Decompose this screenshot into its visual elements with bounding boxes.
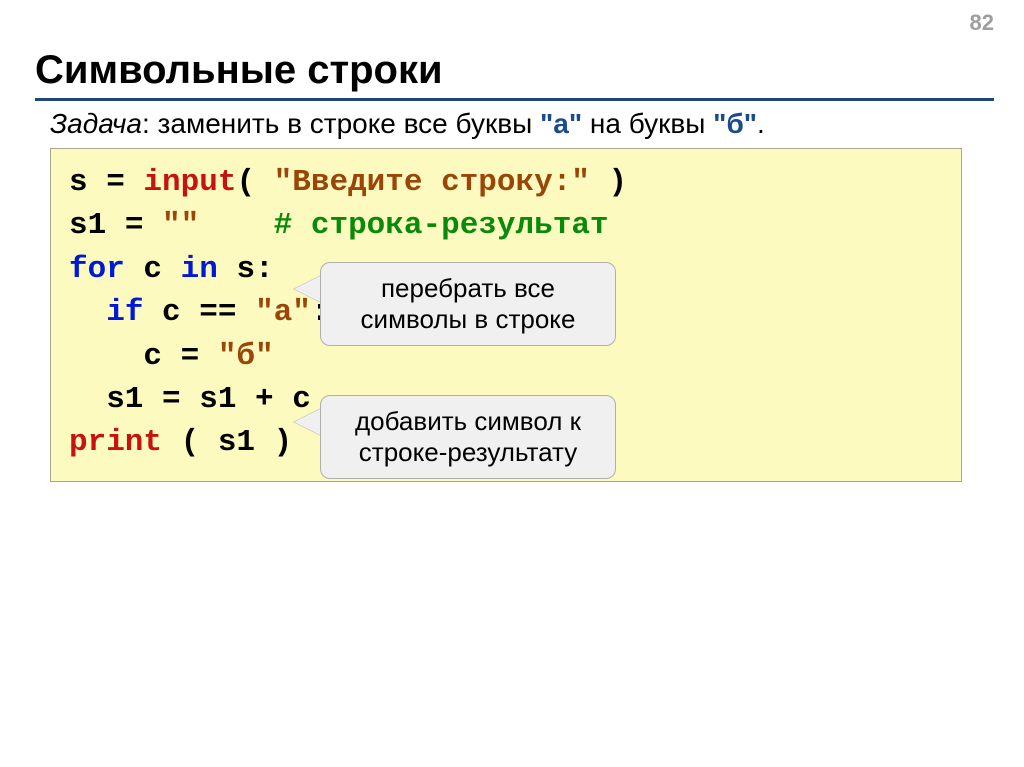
- problem-statement: Задача: заменить в строке все буквы "а" …: [50, 108, 994, 140]
- code-keyword: if: [106, 295, 143, 330]
- code-op: =: [88, 165, 144, 200]
- code-keyword: for: [69, 252, 125, 287]
- code-op: c ==: [143, 295, 255, 330]
- problem-end: .: [757, 108, 765, 139]
- problem-mid: на буквы: [582, 108, 713, 139]
- code-func: print: [69, 425, 162, 460]
- code-op: =: [106, 208, 162, 243]
- code-paren: (: [236, 165, 273, 200]
- page-number: 82: [970, 10, 994, 36]
- code-string: "б": [218, 339, 274, 374]
- callout-text: строке-результату: [359, 437, 577, 467]
- callout-text: перебрать все: [381, 273, 555, 303]
- code-var: s: [69, 165, 88, 200]
- code-func: input: [143, 165, 236, 200]
- code-string: "Введите строку:": [274, 165, 590, 200]
- code-keyword: in: [181, 252, 218, 287]
- code-space: [199, 208, 273, 243]
- quote-a: "а": [540, 108, 582, 139]
- code-var: s1: [69, 208, 106, 243]
- code-stmt: s1 = s1 + c: [69, 382, 311, 417]
- code-indent: [69, 295, 106, 330]
- callout-loop: перебрать все символы в строке: [320, 262, 616, 346]
- page-title: Символьные строки: [35, 48, 443, 93]
- problem-text: : заменить в строке все буквы: [142, 108, 540, 139]
- code-paren: ): [590, 165, 627, 200]
- code-string: "": [162, 208, 199, 243]
- callout-pointer: [294, 275, 322, 303]
- problem-label: Задача: [50, 108, 142, 139]
- callout-pointer: [294, 408, 322, 436]
- callout-text: добавить символ к: [355, 406, 581, 436]
- code-indent: c =: [69, 339, 218, 374]
- title-underline: [35, 98, 994, 101]
- code-var: c: [125, 252, 181, 287]
- code-var: s:: [218, 252, 274, 287]
- code-line-1: s = input( "Введите строку:" ): [69, 161, 943, 204]
- code-args: ( s1 ): [162, 425, 292, 460]
- code-line-2: s1 = "" # строка-результат: [69, 204, 943, 247]
- code-comment: # строка-результат: [274, 208, 609, 243]
- callout-append: добавить символ к строке-результату: [320, 395, 616, 479]
- quote-b: "б": [713, 108, 757, 139]
- callout-text: символы в строке: [361, 304, 576, 334]
